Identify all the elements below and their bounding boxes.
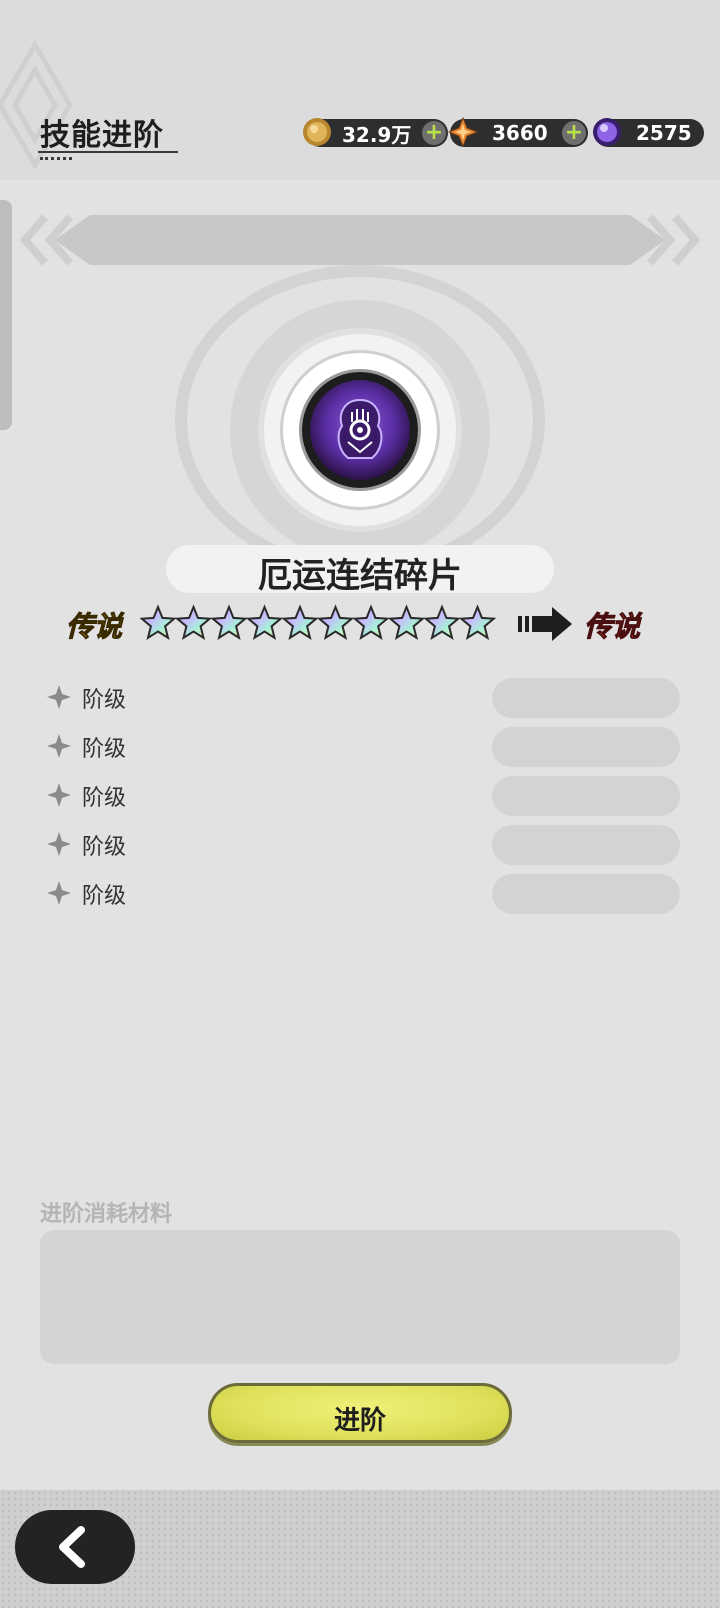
rarity-next: 传说 [583,610,641,644]
materials-box [40,1230,680,1364]
sparkle-icon [47,881,71,905]
tier-label: 阶级 [82,884,127,909]
tier-value [492,825,680,865]
tier-row: 阶级 [46,874,680,914]
add-gold-button[interactable]: + [422,121,446,145]
star-icon [352,604,390,640]
rarity-current: 传说 [65,610,123,644]
crystal-value: 3660 [492,121,548,145]
star-rating [140,604,497,640]
star-icon [210,604,248,640]
sparkle-icon [47,832,71,856]
currency-orb: 2575 [593,118,704,147]
arrow-right-icon [518,607,572,641]
star-icon [423,604,461,640]
tier-row: 阶级 [46,776,680,816]
star-icon [458,604,497,640]
tier-row: 阶级 [46,825,680,865]
tier-label: 阶级 [82,786,127,811]
chevron-left-icon [59,1526,85,1568]
tier-row: 阶级 [46,727,680,767]
tier-value [492,776,680,816]
purple-figure-icon [337,398,383,459]
tier-row: 阶级 [46,678,680,718]
star-icon [281,604,319,640]
tier-label: 阶级 [82,737,127,762]
gold-coin-icon [303,118,331,146]
tier-value [492,678,680,718]
title-dots [40,157,72,160]
currency-crystal: 3660 + [448,117,588,147]
tier-label: 阶级 [82,688,127,713]
header-background [0,0,720,190]
star-icon [387,604,426,640]
materials-title: 进阶消耗材料 [40,1202,173,1227]
add-crystal-button[interactable]: + [562,121,586,145]
back-button[interactable] [15,1510,135,1584]
advance-button-label: 进阶 [333,1406,386,1436]
star-icon [174,604,213,640]
star-icon [316,604,355,640]
skill-name: 厄运连结碎片 [258,556,462,596]
page-title: 技能进阶 [40,118,164,153]
star-icon [140,604,177,640]
sparkle-icon [47,783,71,807]
title-underline [38,151,178,153]
tier-value [492,874,680,914]
sparkle-icon [47,734,71,758]
tier-value [492,727,680,767]
purple-orb-icon [593,118,621,146]
sparkle-icon [47,685,71,709]
star-crystal-icon [448,117,478,147]
gold-value: 32.9万 [342,122,412,147]
currency-gold: 32.9万 + [303,118,448,147]
orb-value: 2575 [636,121,692,145]
star-icon [245,604,284,640]
tier-label: 阶级 [82,835,127,860]
advance-button[interactable]: 进阶 [208,1383,512,1443]
